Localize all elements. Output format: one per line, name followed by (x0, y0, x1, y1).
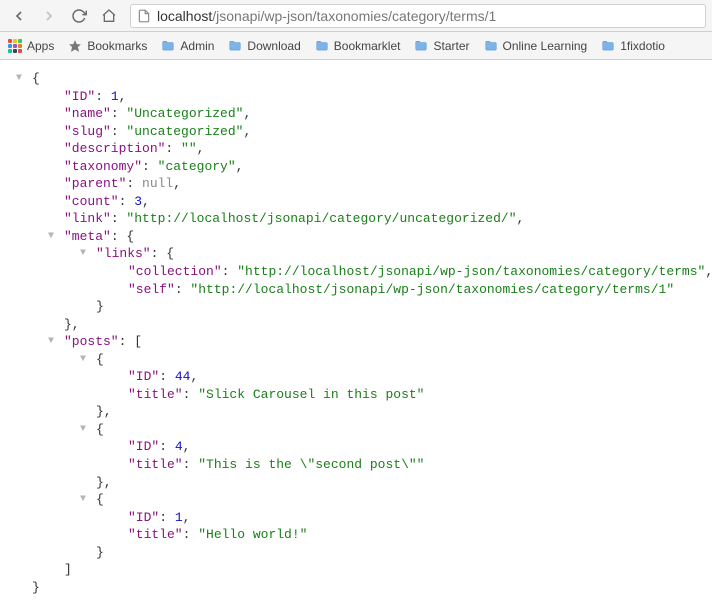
json-field-meta: ▼"meta": { (8, 228, 704, 246)
json-close-brace: } (8, 544, 704, 562)
json-field-slug: "slug": "uncategorized", (8, 123, 704, 141)
bookmark-bookmarks[interactable]: Bookmarks (68, 39, 147, 53)
collapse-toggle[interactable]: ▼ (48, 335, 54, 349)
json-field-self: "self": "http://localhost/jsonapi/wp-jso… (8, 281, 704, 299)
json-viewer: ▼{ "ID": 1, "name": "Uncategorized", "sl… (0, 60, 712, 616)
json-field-id: "ID": 1, (8, 88, 704, 106)
json-field-posts: ▼"posts": [ (8, 333, 704, 351)
json-post-title: "title": "Hello world!" (8, 526, 704, 544)
apps-label: Apps (27, 39, 54, 53)
json-root-open: ▼{ (8, 70, 704, 88)
folder-icon (228, 39, 242, 53)
json-field-description: "description": "", (8, 140, 704, 158)
json-field-count: "count": 3, (8, 193, 704, 211)
url-text: localhost/jsonapi/wp-json/taxonomies/cat… (157, 8, 496, 24)
folder-icon (414, 39, 428, 53)
json-field-link: "link": "http://localhost/jsonapi/catego… (8, 210, 704, 228)
page-icon (137, 9, 151, 23)
json-field-name: "name": "Uncategorized", (8, 105, 704, 123)
json-post-open: ▼{ (8, 491, 704, 509)
bookmark-online-learning[interactable]: Online Learning (484, 39, 588, 53)
back-button[interactable] (6, 4, 32, 28)
star-icon (68, 39, 82, 53)
json-field-parent: "parent": null, (8, 175, 704, 193)
collapse-toggle[interactable]: ▼ (80, 423, 86, 437)
json-post-open: ▼{ (8, 421, 704, 439)
folder-icon (161, 39, 175, 53)
forward-button[interactable] (36, 4, 62, 28)
json-post-open: ▼{ (8, 351, 704, 369)
bookmarks-bar: Apps Bookmarks Admin Download Bookmarkle… (0, 32, 712, 60)
bookmark-starter[interactable]: Starter (414, 39, 469, 53)
json-field-collection: "collection": "http://localhost/jsonapi/… (8, 263, 704, 281)
json-post-id: "ID": 44, (8, 368, 704, 386)
address-bar[interactable]: localhost/jsonapi/wp-json/taxonomies/cat… (130, 4, 706, 28)
browser-toolbar: localhost/jsonapi/wp-json/taxonomies/cat… (0, 0, 712, 32)
folder-icon (601, 39, 615, 53)
folder-icon (484, 39, 498, 53)
json-close-brace: } (8, 298, 704, 316)
json-close-brace: }, (8, 474, 704, 492)
json-close-brace: }, (8, 403, 704, 421)
folder-icon (315, 39, 329, 53)
json-close-bracket: ] (8, 561, 704, 579)
apps-button[interactable]: Apps (8, 39, 54, 53)
collapse-toggle[interactable]: ▼ (80, 247, 86, 261)
json-root-close: } (8, 579, 704, 597)
collapse-toggle[interactable]: ▼ (80, 353, 86, 367)
json-close-brace: }, (8, 316, 704, 334)
bookmark-download[interactable]: Download (228, 39, 300, 53)
bookmark-admin[interactable]: Admin (161, 39, 214, 53)
apps-icon (8, 39, 22, 53)
json-post-id: "ID": 4, (8, 438, 704, 456)
json-field-taxonomy: "taxonomy": "category", (8, 158, 704, 176)
bookmark-1fixdotio[interactable]: 1fixdotio (601, 39, 665, 53)
collapse-toggle[interactable]: ▼ (80, 493, 86, 507)
json-post-title: "title": "This is the \"second post\"" (8, 456, 704, 474)
json-post-id: "ID": 1, (8, 509, 704, 527)
home-button[interactable] (96, 4, 122, 28)
collapse-toggle[interactable]: ▼ (16, 72, 22, 86)
collapse-toggle[interactable]: ▼ (48, 230, 54, 244)
reload-button[interactable] (66, 4, 92, 28)
bookmark-bookmarklet[interactable]: Bookmarklet (315, 39, 401, 53)
json-field-links: ▼"links": { (8, 245, 704, 263)
json-post-title: "title": "Slick Carousel in this post" (8, 386, 704, 404)
